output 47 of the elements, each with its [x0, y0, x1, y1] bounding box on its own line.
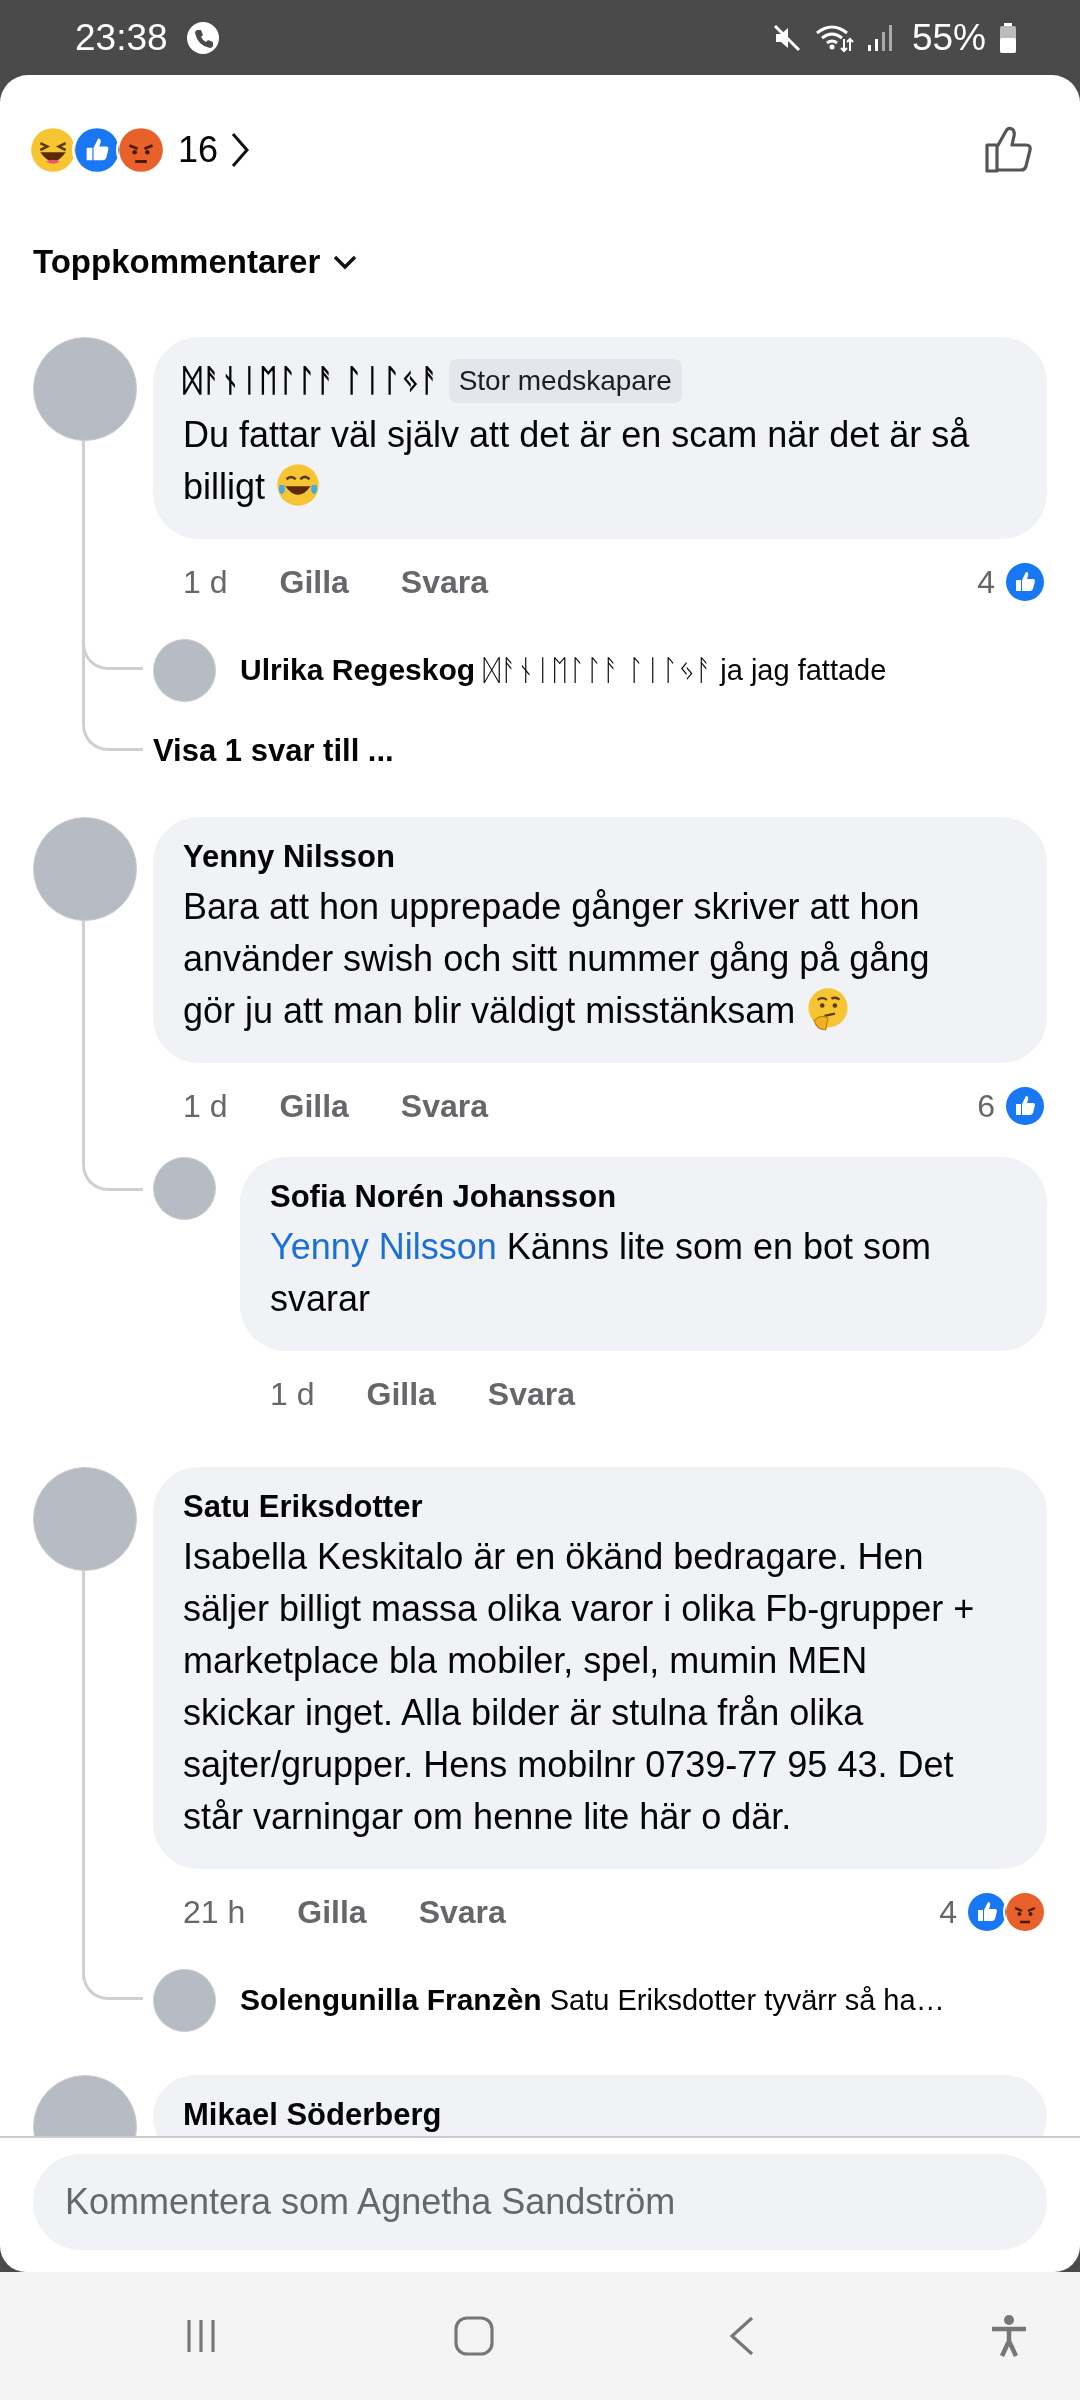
- reply-link[interactable]: Svara: [418, 1893, 506, 1931]
- reaction-count[interactable]: 4: [977, 563, 995, 601]
- muted-speaker-icon: [771, 22, 802, 53]
- chevron-down-icon: [332, 254, 359, 270]
- comment-author[interactable]: Mikael Söderberg: [183, 2097, 442, 2133]
- phone-call-icon: [185, 20, 220, 55]
- reaction-count[interactable]: 4: [939, 1893, 957, 1931]
- home-icon[interactable]: [453, 2315, 495, 2357]
- comment-text: Du fattar väl själv att det är en scam när det är så billigt: [183, 413, 971, 510]
- comment-time: 1 d: [270, 1375, 315, 1413]
- mention-link[interactable]: Yenny Nilsson: [270, 1226, 497, 1267]
- comment-time: 1 d: [183, 1087, 228, 1125]
- comment-text: Bara att hon upprepade gånger skriver att hon använder swish och sitt nummer gång på gång gör ju att man blir väldigt misstänksam: [183, 885, 931, 1034]
- battery-percentage: 55%: [911, 16, 986, 59]
- comment-author[interactable]: Satu Eriksdotter: [183, 1489, 423, 1525]
- reaction-count[interactable]: 6: [977, 1087, 995, 1125]
- like-reaction-icon: [1003, 1084, 1047, 1128]
- accessibility-icon[interactable]: [989, 2314, 1029, 2358]
- like-link[interactable]: Gilla: [366, 1375, 436, 1413]
- comment-time: 1 d: [183, 563, 228, 601]
- member-badge: Stor medskapare: [448, 359, 682, 403]
- comment-input-field[interactable]: Kommentera som Agnetha Sandström: [33, 2154, 1047, 2250]
- status-time: 23:38: [75, 16, 168, 59]
- comment-author[interactable]: ᛞᚨᚾᛁᛖᛚᛚᚨ ᛚᛁᛚᛃᚨ: [183, 363, 439, 399]
- like-reaction-icon: [1003, 560, 1047, 604]
- reply-text: Ulrika Regeskog ᛞᚨᚾᛁᛖᛚᛚᚨ ᛚᛁᛚᛃᚨ ja jag fattade: [240, 652, 887, 688]
- chevron-right-icon: [230, 131, 251, 169]
- laughing-tears-emoji-icon: [275, 462, 322, 508]
- comment-author[interactable]: Sofia Norén Johansson: [270, 1179, 617, 1214]
- comment-text: Yenny Nilsson Känns lite som en bot som svarar: [270, 1225, 933, 1321]
- sort-dropdown[interactable]: Toppkommentarer: [33, 243, 359, 281]
- comment-author[interactable]: Yenny Nilsson: [183, 839, 395, 875]
- like-link[interactable]: Gilla: [297, 1893, 367, 1931]
- reply-link[interactable]: Svara: [400, 563, 489, 601]
- like-link[interactable]: Gilla: [279, 563, 349, 601]
- like-link[interactable]: Gilla: [279, 1087, 349, 1125]
- signal-icon: [865, 22, 894, 53]
- comment-text: Isabella Keskitalo är en ökänd bedragare. Hen säljer billigt massa olika varor i olika Fb-grupper + marketplace bla mobiler, spel, mumin MEN skickar inget. Alla bilder är stulna från olika sajter/grupper. Hens mobilnr 0739-77 95 43. Det står varningar om henne lite här o där.: [183, 1535, 976, 1839]
- battery-icon: [998, 21, 1018, 54]
- reply-link[interactable]: Svara: [400, 1087, 489, 1125]
- angry-reaction-icon: [1003, 1890, 1047, 1934]
- comment-time: 21 h: [183, 1893, 246, 1931]
- angry-reaction-icon: [116, 125, 166, 175]
- reply-text: Solengunilla Franzèn Satu Eriksdotter tyvärr så ha…: [240, 1982, 945, 2018]
- reactions-summary[interactable]: 16: [28, 125, 251, 175]
- reply-link[interactable]: Svara: [487, 1375, 576, 1413]
- view-more-replies-link[interactable]: Visa 1 svar till ...: [153, 733, 394, 769]
